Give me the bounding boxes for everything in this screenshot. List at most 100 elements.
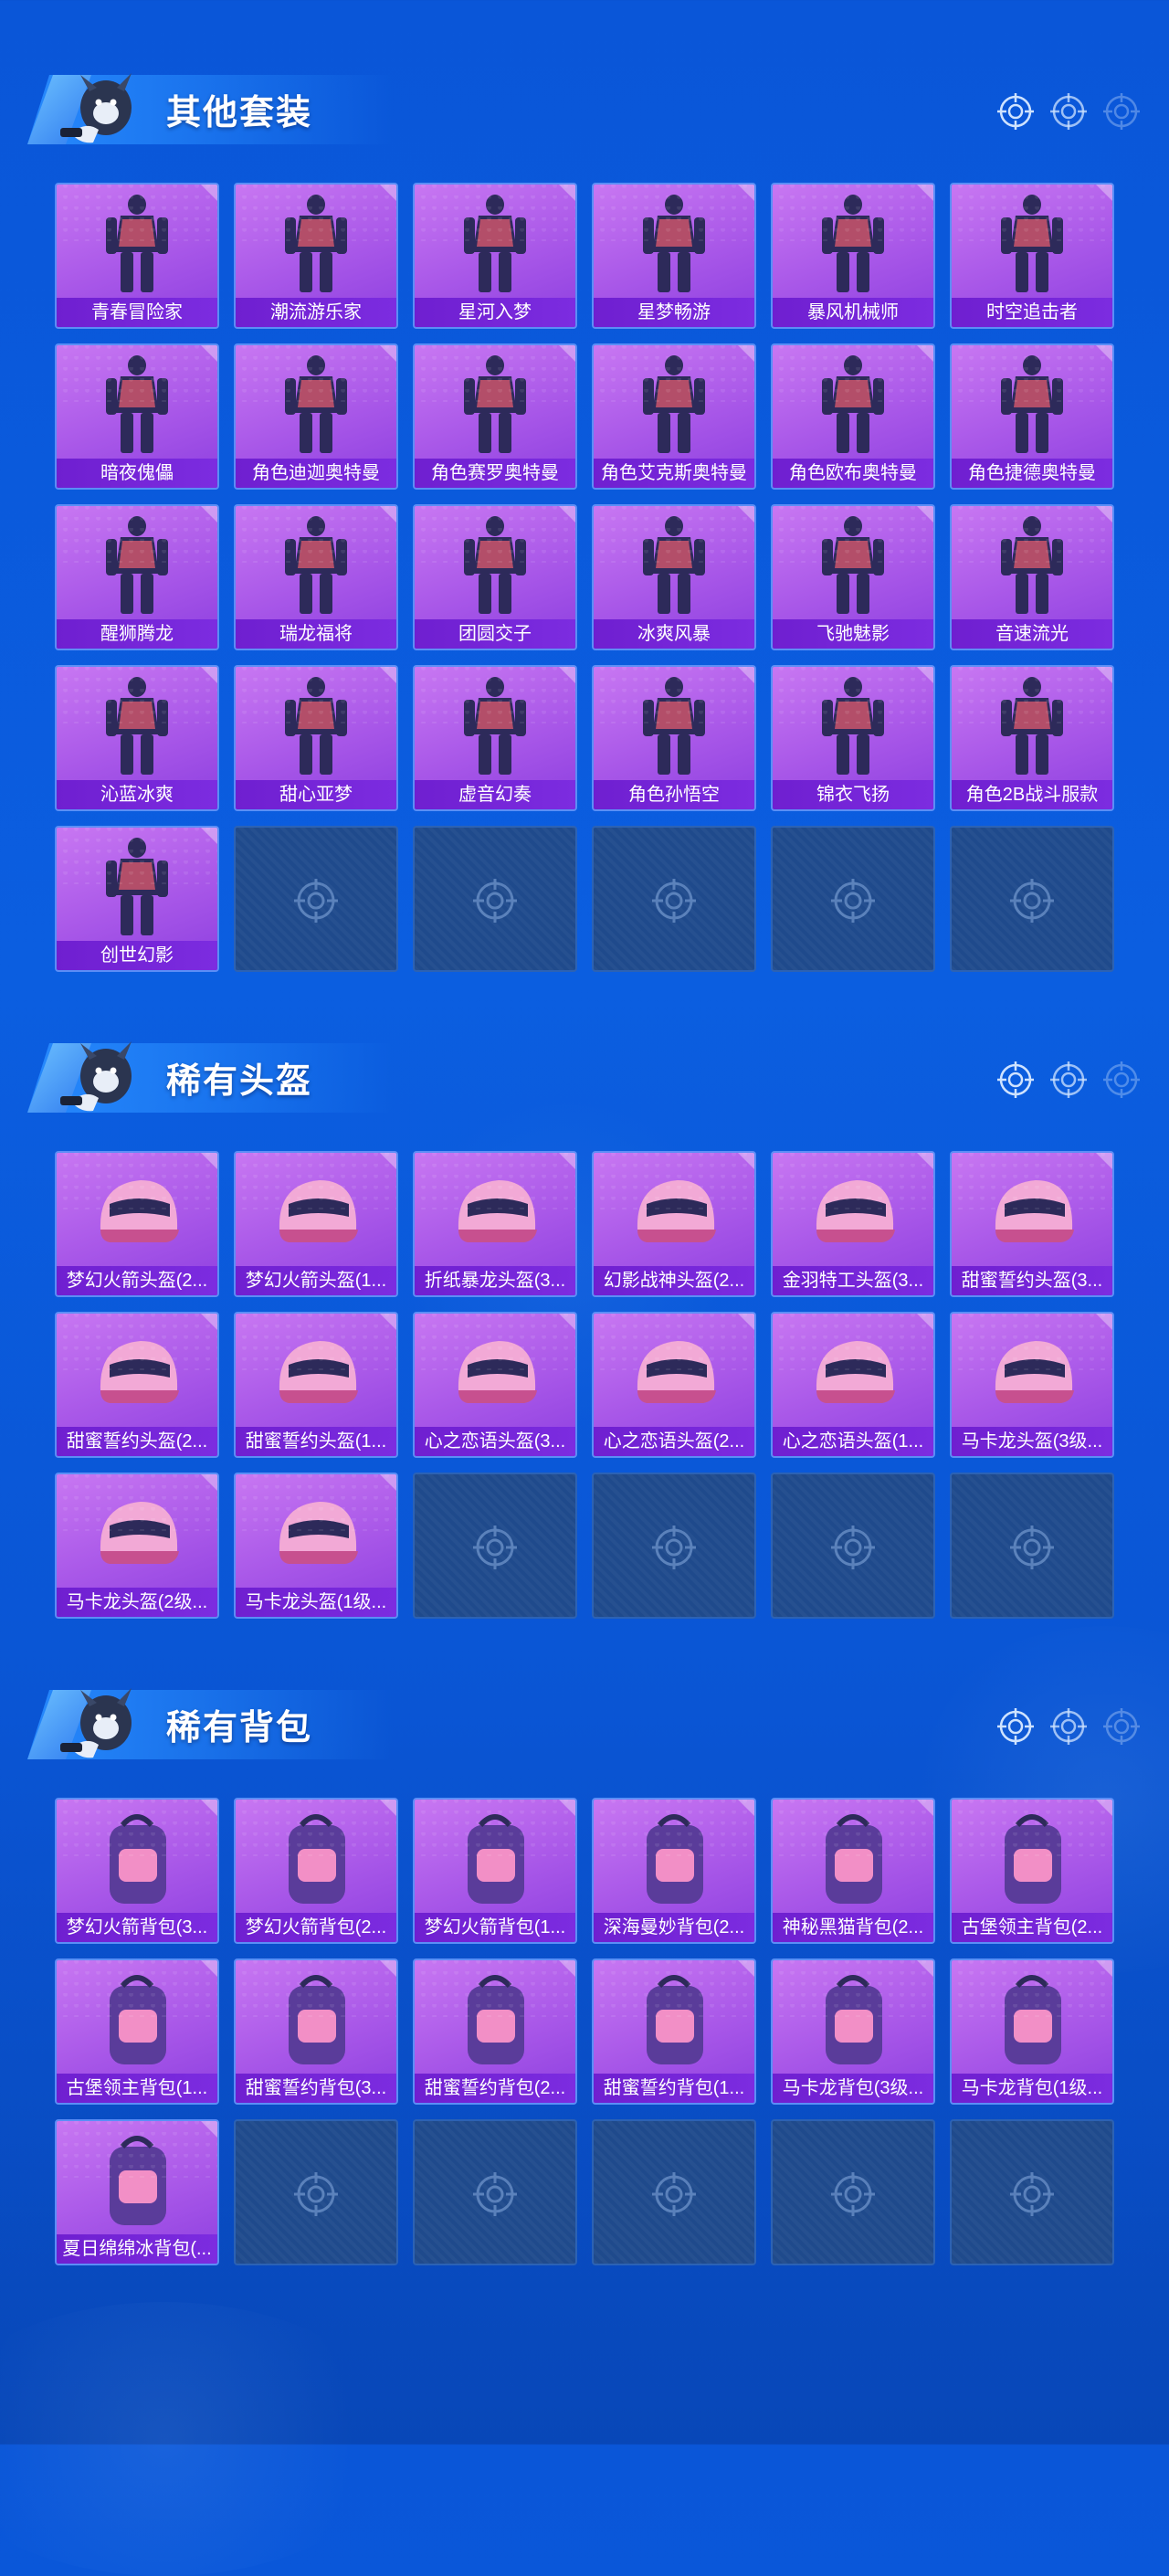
item-card[interactable]: 醒狮腾龙 — [55, 504, 219, 650]
item-card[interactable]: 甜蜜誓约头盔(3... — [950, 1151, 1114, 1297]
item-card[interactable]: 音速流光 — [950, 504, 1114, 650]
card-corner — [738, 1800, 754, 1816]
item-image — [415, 1964, 575, 2074]
card-corner — [201, 1474, 217, 1491]
item-name: 冰爽风暴 — [594, 619, 754, 649]
item-name: 虚音幻奏 — [415, 780, 575, 809]
item-card[interactable]: 角色赛罗奥特曼 — [413, 343, 577, 490]
item-name: 醒狮腾龙 — [57, 619, 217, 649]
item-name: 心之恋语头盔(1... — [773, 1427, 933, 1456]
empty-slot — [771, 826, 935, 972]
item-card[interactable]: 飞驰魅影 — [771, 504, 935, 650]
item-card[interactable]: 甜蜜誓约背包(1... — [592, 1958, 756, 2105]
item-card[interactable]: 马卡龙背包(1级... — [950, 1958, 1114, 2105]
item-card[interactable]: 梦幻火箭头盔(2... — [55, 1151, 219, 1297]
item-card[interactable]: 角色捷德奥特曼 — [950, 343, 1114, 490]
item-card[interactable]: 马卡龙头盔(3级... — [950, 1312, 1114, 1458]
item-card[interactable]: 马卡龙头盔(2级... — [55, 1473, 219, 1619]
empty-slot — [234, 826, 398, 972]
item-card[interactable]: 甜心亚梦 — [234, 665, 398, 811]
item-image — [236, 1317, 396, 1427]
item-card[interactable]: 甜蜜誓约背包(2... — [413, 1958, 577, 2105]
item-card[interactable]: 甜蜜誓约背包(3... — [234, 1958, 398, 2105]
item-card[interactable]: 虚音幻奏 — [413, 665, 577, 811]
item-card[interactable]: 心之恋语头盔(1... — [771, 1312, 935, 1458]
card-corner — [380, 345, 396, 362]
item-card[interactable]: 梦幻火箭背包(2... — [234, 1798, 398, 1944]
item-card[interactable]: 马卡龙头盔(1级... — [234, 1473, 398, 1619]
empty-slot — [950, 1473, 1114, 1619]
item-card[interactable]: 心之恋语头盔(2... — [592, 1312, 756, 1458]
item-card[interactable]: 团圆交子 — [413, 504, 577, 650]
card-corner — [559, 345, 575, 362]
item-image — [415, 1156, 575, 1266]
item-card[interactable]: 深海曼妙背包(2... — [592, 1798, 756, 1944]
item-card[interactable]: 折纸暴龙头盔(3... — [413, 1151, 577, 1297]
item-card[interactable]: 梦幻火箭头盔(1... — [234, 1151, 398, 1297]
item-name: 神秘黑猫背包(2... — [773, 1913, 933, 1942]
item-image — [236, 1156, 396, 1266]
item-card[interactable]: 瑞龙福将 — [234, 504, 398, 650]
item-card[interactable]: 梦幻火箭背包(3... — [55, 1798, 219, 1944]
item-card[interactable]: 古堡领主背包(2... — [950, 1798, 1114, 1944]
card-corner — [380, 1800, 396, 1816]
item-name: 马卡龙背包(1级... — [952, 2074, 1112, 2103]
item-card[interactable]: 神秘黑猫背包(2... — [771, 1798, 935, 1944]
item-card[interactable]: 星河入梦 — [413, 183, 577, 329]
item-image — [594, 1964, 754, 2074]
item-card[interactable]: 夏日绵绵冰背包(... — [55, 2119, 219, 2265]
item-card[interactable]: 古堡领主背包(1... — [55, 1958, 219, 2105]
item-card[interactable]: 暴风机械师 — [771, 183, 935, 329]
item-name: 梦幻火箭背包(3... — [57, 1913, 217, 1942]
decor-icons — [995, 91, 1142, 132]
item-name: 音速流光 — [952, 619, 1112, 649]
item-card[interactable]: 角色迪迦奥特曼 — [234, 343, 398, 490]
item-card[interactable]: 潮流游乐家 — [234, 183, 398, 329]
mascot-icon — [60, 73, 132, 143]
card-corner — [1096, 185, 1112, 201]
item-image — [57, 670, 217, 780]
item-card[interactable]: 锦衣飞扬 — [771, 665, 935, 811]
item-card[interactable]: 角色2B战斗服款 — [950, 665, 1114, 811]
item-image — [236, 1964, 396, 2074]
item-card[interactable]: 幻影战神头盔(2... — [592, 1151, 756, 1297]
item-card[interactable]: 时空追击者 — [950, 183, 1114, 329]
item-name: 角色孙悟空 — [594, 780, 754, 809]
item-card[interactable]: 马卡龙背包(3级... — [771, 1958, 935, 2105]
item-card[interactable]: 心之恋语头盔(3... — [413, 1312, 577, 1458]
item-card[interactable]: 暗夜傀儡 — [55, 343, 219, 490]
item-image — [57, 2125, 217, 2234]
item-card[interactable]: 甜蜜誓约头盔(1... — [234, 1312, 398, 1458]
card-corner — [380, 1314, 396, 1330]
item-name: 角色艾克斯奥特曼 — [594, 459, 754, 488]
item-image — [594, 1156, 754, 1266]
item-image — [57, 349, 217, 459]
item-card[interactable]: 创世幻影 — [55, 826, 219, 972]
item-card[interactable]: 角色艾克斯奥特曼 — [592, 343, 756, 490]
card-corner — [380, 185, 396, 201]
section-title: 其他套装 — [166, 94, 313, 132]
item-name: 深海曼妙背包(2... — [594, 1913, 754, 1942]
item-image — [57, 831, 217, 941]
item-card[interactable]: 角色孙悟空 — [592, 665, 756, 811]
crosshair-icon — [829, 877, 877, 924]
item-card[interactable]: 角色欧布奥特曼 — [771, 343, 935, 490]
crosshair-icon — [829, 2170, 877, 2218]
item-image — [773, 510, 933, 619]
item-card[interactable]: 沁蓝冰爽 — [55, 665, 219, 811]
item-card[interactable]: 青春冒险家 — [55, 183, 219, 329]
card-corner — [1096, 1800, 1112, 1816]
item-card[interactable]: 甜蜜誓约头盔(2... — [55, 1312, 219, 1458]
item-image — [57, 1478, 217, 1588]
item-image — [57, 1803, 217, 1913]
item-image — [57, 1317, 217, 1427]
section-header: 其他套装 — [0, 0, 1169, 144]
item-name: 马卡龙头盔(1级... — [236, 1588, 396, 1617]
card-corner — [738, 1314, 754, 1330]
item-card[interactable]: 冰爽风暴 — [592, 504, 756, 650]
item-name: 潮流游乐家 — [236, 298, 396, 327]
item-card[interactable]: 星梦畅游 — [592, 183, 756, 329]
item-card[interactable]: 金羽特工头盔(3... — [771, 1151, 935, 1297]
section-title: 稀有背包 — [166, 1709, 313, 1747]
item-card[interactable]: 梦幻火箭背包(1... — [413, 1798, 577, 1944]
